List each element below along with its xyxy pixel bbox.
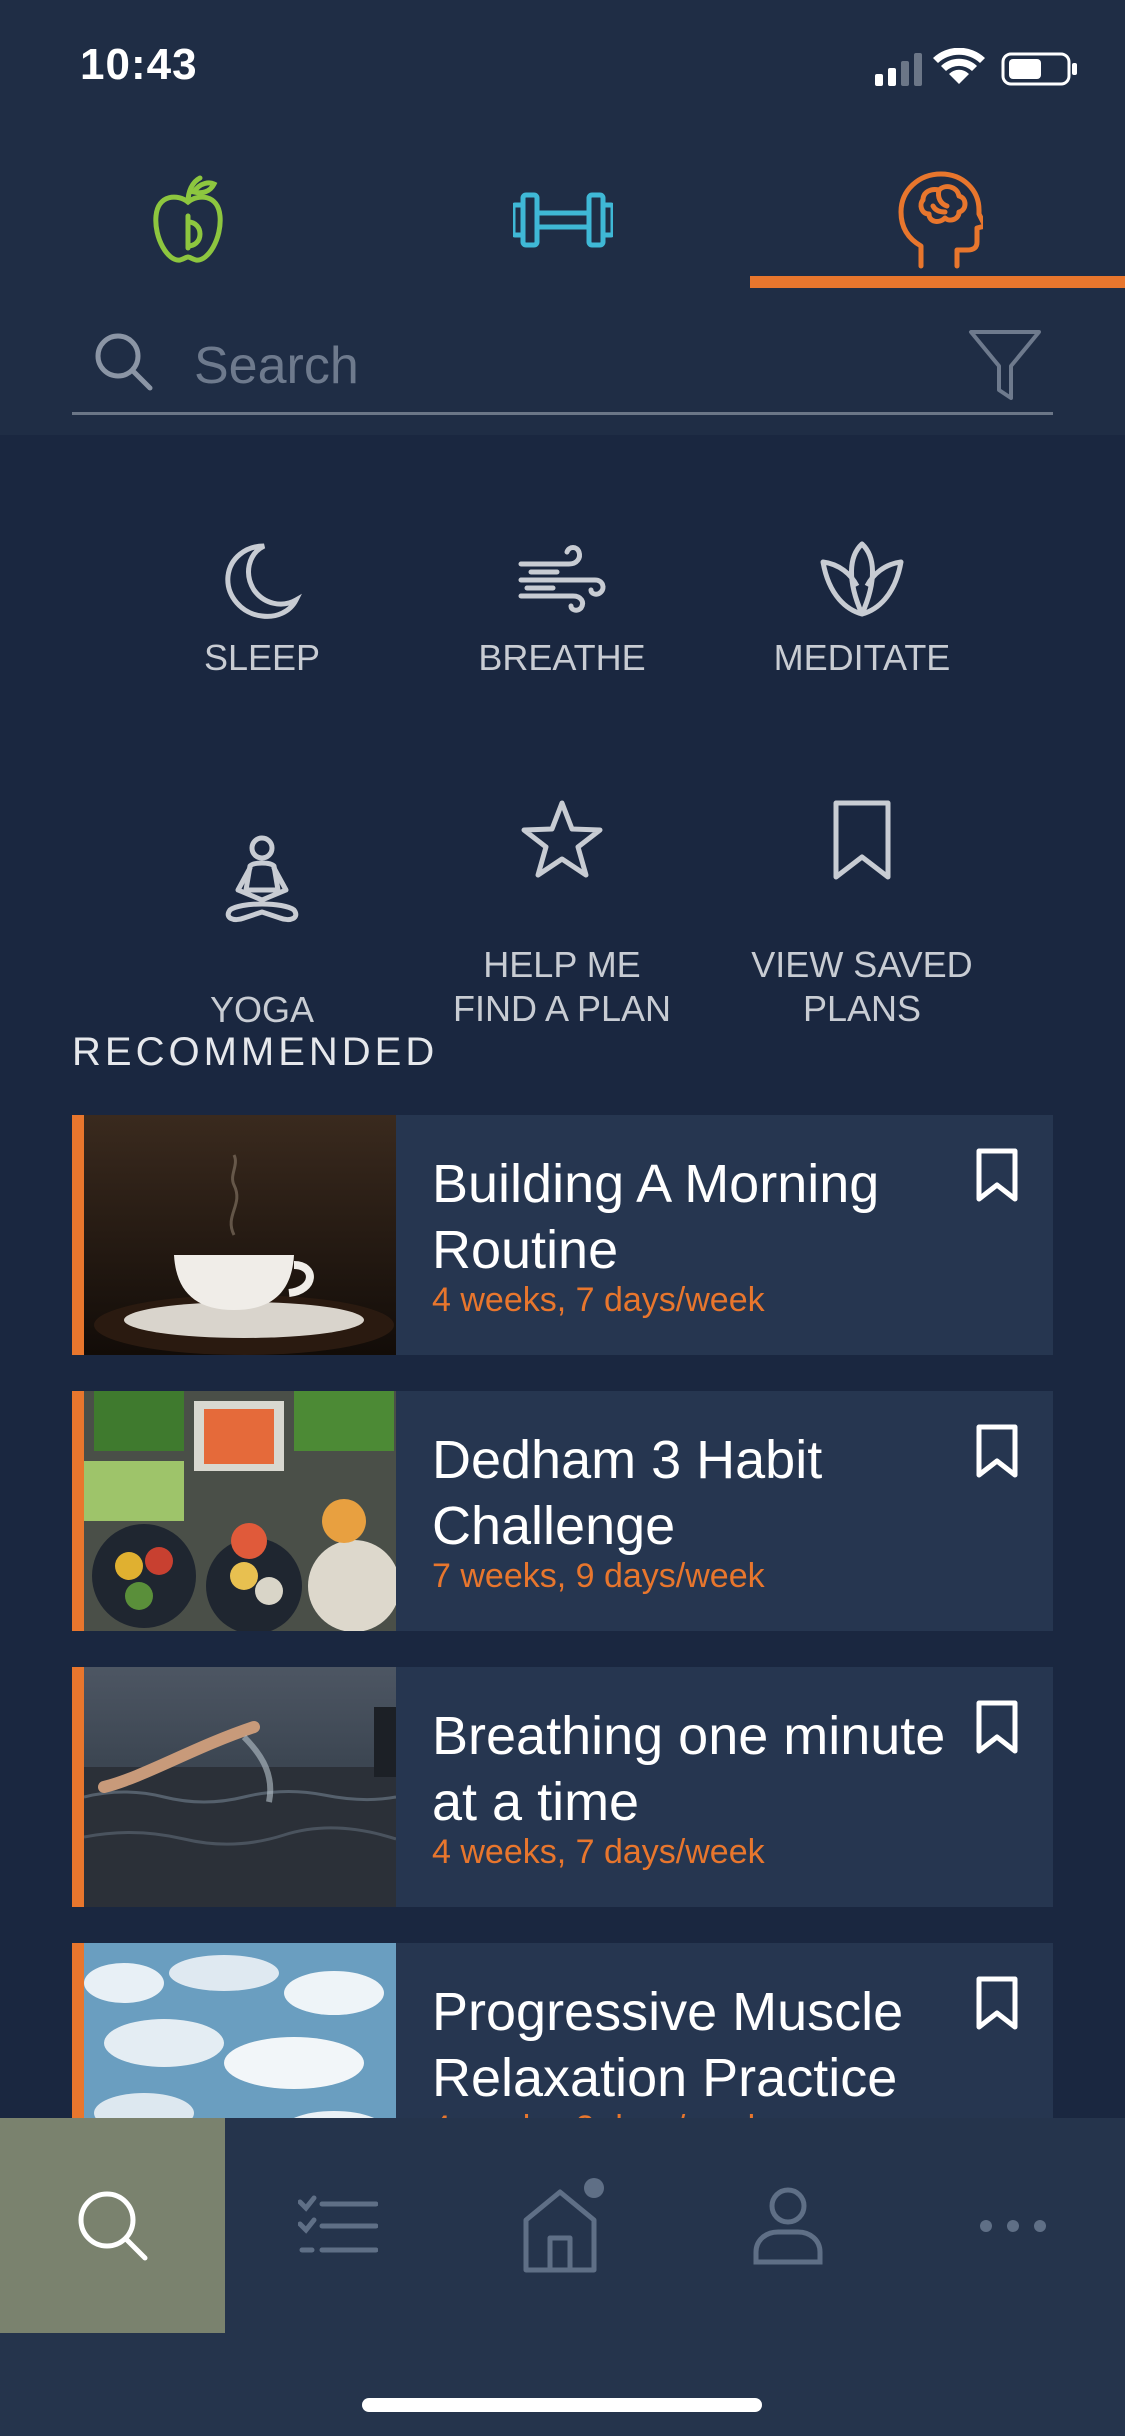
dumbbell-icon xyxy=(512,192,613,248)
swimmer-image xyxy=(84,1667,396,1907)
status-time: 10:43 xyxy=(80,40,198,89)
recommended-heading: RECOMMENDED xyxy=(72,1030,439,1074)
category-breathe[interactable]: BREATHE xyxy=(412,540,712,680)
search-icon xyxy=(95,333,153,391)
nav-profile[interactable] xyxy=(675,2118,900,2333)
category-label: VIEW SAVED PLANS xyxy=(751,944,973,1029)
search-bar xyxy=(72,320,1053,415)
star-icon xyxy=(521,800,603,878)
salad-platter-image xyxy=(84,1391,396,1631)
filter-icon[interactable] xyxy=(967,326,1043,402)
plan-title: Progressive Muscle Relaxation Practice xyxy=(432,1982,904,2108)
plan-card[interactable]: Dedham 3 Habit Challenge 7 weeks, 9 days… xyxy=(72,1391,1053,1631)
tab-mind[interactable] xyxy=(750,150,1125,290)
battery-icon xyxy=(1001,52,1077,86)
moon-icon xyxy=(225,543,302,619)
category-label: MEDITATE xyxy=(773,637,951,678)
home-indicator xyxy=(362,2398,762,2412)
selected-tab-indicator xyxy=(750,276,1125,288)
plan-title: Building A Morning Routine xyxy=(432,1154,880,1280)
lotus-icon xyxy=(820,541,904,617)
card-accent-stripe xyxy=(72,1667,84,1907)
signal-icon xyxy=(875,53,922,86)
plan-meta: 4 weeks, 7 days/week xyxy=(432,1833,765,1871)
list-icon xyxy=(297,2195,378,2252)
category-label: YOGA xyxy=(209,989,315,1030)
nav-more[interactable] xyxy=(900,2118,1125,2333)
category-label: BREATHE xyxy=(478,637,646,678)
category-help-find-plan[interactable]: HELP ME FIND A PLAN xyxy=(412,755,712,1031)
plan-meta: 7 weeks, 9 days/week xyxy=(432,1557,765,1595)
apple-icon xyxy=(152,175,223,263)
status-icons xyxy=(875,48,1077,86)
category-meditate[interactable]: MEDITATE xyxy=(712,540,1012,680)
category-label: SLEEP xyxy=(203,637,321,678)
coffee-cup-image xyxy=(84,1115,396,1355)
tab-nutrition[interactable] xyxy=(0,150,375,290)
wind-icon xyxy=(518,545,606,613)
plan-meta: 4 weeks, 7 days/week xyxy=(432,1281,765,1319)
bookmark-icon[interactable] xyxy=(973,1147,1021,1203)
head-brain-icon xyxy=(898,171,983,269)
bottom-nav-bar xyxy=(0,2118,1125,2436)
nav-plans[interactable] xyxy=(225,2118,450,2333)
wifi-icon xyxy=(933,48,985,84)
nav-home[interactable] xyxy=(450,2118,675,2333)
plan-card[interactable]: Breathing one minute at a time 4 weeks, … xyxy=(72,1667,1053,1907)
bookmark-icon[interactable] xyxy=(973,1975,1021,2031)
search-input[interactable] xyxy=(192,330,896,402)
search-icon xyxy=(78,2191,147,2260)
plan-title: Breathing one minute at a time xyxy=(432,1706,946,1832)
bookmark-icon xyxy=(833,800,891,880)
category-label: HELP ME FIND A PLAN xyxy=(452,944,672,1029)
plan-title: Dedham 3 Habit Challenge xyxy=(432,1430,823,1556)
nav-search[interactable] xyxy=(0,2118,225,2333)
category-sleep[interactable]: SLEEP xyxy=(112,540,412,680)
card-accent-stripe xyxy=(72,1391,84,1631)
plan-card[interactable]: Building A Morning Routine 4 weeks, 7 da… xyxy=(72,1115,1053,1355)
more-icon xyxy=(979,2219,1046,2232)
bookmark-icon[interactable] xyxy=(973,1699,1021,1755)
bookmark-icon[interactable] xyxy=(973,1423,1021,1479)
category-yoga[interactable]: YOGA xyxy=(112,790,412,1032)
yoga-icon xyxy=(225,835,299,923)
notification-dot xyxy=(583,2177,604,2198)
person-icon xyxy=(753,2187,822,2264)
category-view-saved-plans[interactable]: VIEW SAVED PLANS xyxy=(712,755,1012,1031)
card-accent-stripe xyxy=(72,1115,84,1355)
tab-fitness[interactable] xyxy=(375,150,750,290)
home-icon xyxy=(523,2177,604,2272)
